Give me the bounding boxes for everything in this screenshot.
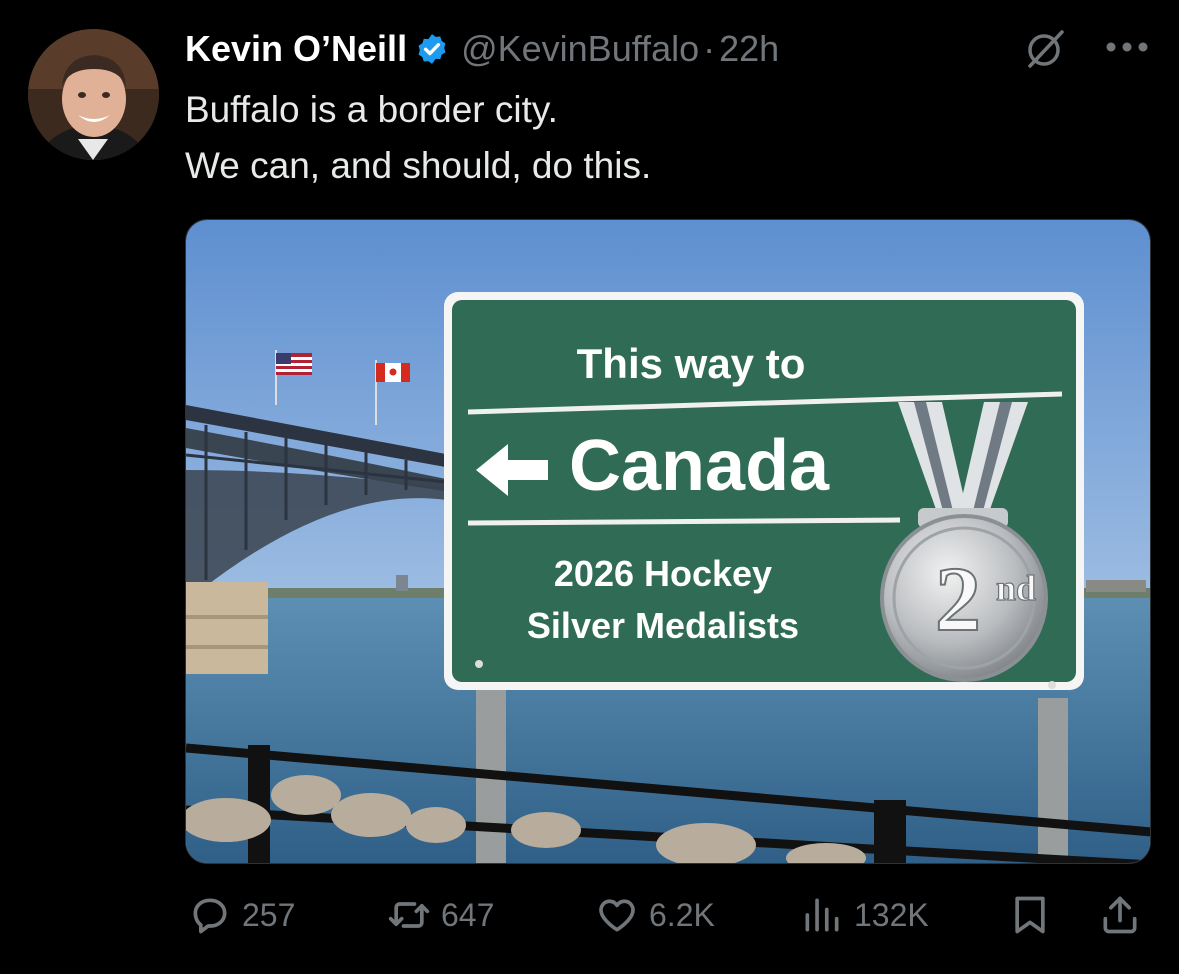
heart-icon [599,899,635,932]
reply-icon [193,898,227,934]
views-button[interactable]: 132K [800,880,929,950]
bookmark-icon [1015,896,1045,934]
repost-button[interactable]: 647 [387,880,494,950]
share-icon [1103,896,1137,934]
post-text: Buffalo is a border city. We can, and sh… [185,82,651,194]
sign-line-2: Canada [569,426,830,506]
verified-badge-icon[interactable] [415,32,449,66]
grok-icon[interactable] [1022,26,1068,72]
sign-line-4: Silver Medalists [527,605,799,646]
share-button[interactable] [1098,880,1142,950]
post-text-line: We can, and should, do this. [185,145,652,186]
sign-line-3: 2026 Hockey [554,553,772,594]
like-button[interactable]: 6.2K [595,880,715,950]
avatar-photo [28,29,159,160]
reply-button[interactable]: 257 [188,880,295,950]
reply-count: 257 [242,896,296,933]
sign-line-1: This way to [577,340,806,387]
more-icon[interactable] [1104,40,1150,54]
action-bar: 257 647 6.2K 132K [0,880,1179,950]
repost-count: 647 [441,896,495,933]
views-icon [805,898,839,932]
repost-icon [388,902,430,928]
like-count: 6.2K [649,896,715,933]
medal-suffix: nd [996,568,1036,608]
views-count: 132K [854,896,929,933]
bookmark-button[interactable] [1008,880,1052,950]
separator-dot: · [703,28,716,69]
medal-number: 2 [935,548,981,650]
author-name[interactable]: Kevin O’Neill [185,28,407,70]
border-sign-photo: This way to Canada 2026 Hockey Silver Me… [186,220,1150,863]
post-image[interactable]: This way to Canada 2026 Hockey Silver Me… [185,219,1151,864]
post-header: Kevin O’Neill @KevinBuffalo · 22h [185,24,779,74]
post-time[interactable]: 22h [719,28,779,70]
post-text-line: Buffalo is a border city. [185,89,558,130]
avatar[interactable] [28,29,159,160]
author-handle[interactable]: @KevinBuffalo [461,28,699,70]
